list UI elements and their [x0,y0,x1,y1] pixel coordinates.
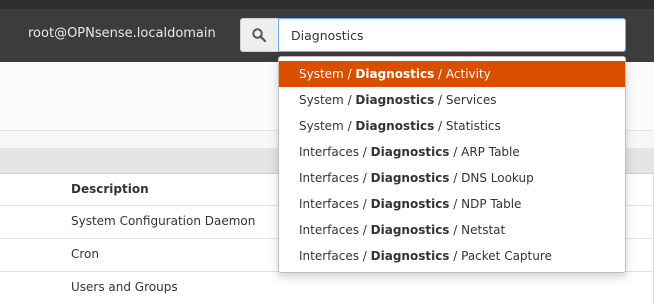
search-suggestion-item[interactable]: Interfaces / Diagnostics / Packet Captur… [279,243,625,269]
search-suggestion-item[interactable]: System / Diagnostics / Statistics [279,113,625,139]
search-suggestions-dropdown: System / Diagnostics / Activity System / … [278,56,626,273]
suggestion-match: Diagnostics [370,145,450,159]
suggestion-prefix: Interfaces / [299,249,371,263]
suggestion-suffix: / Statistics [434,119,501,133]
navbar-top-strip [0,0,654,9]
search-suggestion-item[interactable]: Interfaces / Diagnostics / Netstat [279,217,625,243]
suggestion-match: Diagnostics [355,67,435,81]
search-suggestion-item[interactable]: Interfaces / Diagnostics / ARP Table [279,139,625,165]
suggestion-match: Diagnostics [355,119,435,133]
suggestion-match: Diagnostics [370,249,450,263]
suggestion-suffix: / Services [434,93,497,107]
column-header-description[interactable]: Description [71,182,149,196]
suggestion-prefix: Interfaces / [299,223,371,237]
search-input[interactable] [278,18,626,52]
suggestion-match: Diagnostics [355,93,435,107]
row-description: Cron [71,247,99,261]
search-button[interactable] [240,18,278,52]
suggestion-prefix: System / [299,67,356,81]
suggestion-suffix: / Packet Capture [449,249,552,263]
suggestion-prefix: Interfaces / [299,197,371,211]
row-description: Users and Groups [71,280,178,294]
suggestion-match: Diagnostics [370,197,450,211]
suggestion-suffix: / ARP Table [449,145,520,159]
search-suggestion-item[interactable]: Interfaces / Diagnostics / NDP Table [279,191,625,217]
search-suggestion-item[interactable]: System / Diagnostics / Services [279,87,625,113]
suggestion-prefix: Interfaces / [299,171,371,185]
search-icon [252,28,266,42]
row-description: System Configuration Daemon [71,214,256,228]
table-row: Users and Groups [0,271,654,304]
suggestion-prefix: Interfaces / [299,145,371,159]
user-menu[interactable]: root@OPNsense.localdomain [28,26,216,41]
suggestion-match: Diagnostics [370,171,450,185]
suggestion-prefix: System / [299,93,356,107]
suggestion-match: Diagnostics [370,223,450,237]
suggestion-prefix: System / [299,119,356,133]
suggestion-suffix: / Activity [434,67,491,81]
suggestion-suffix: / NDP Table [449,197,522,211]
top-navbar: root@OPNsense.localdomain [0,0,654,62]
suggestion-suffix: / Netstat [449,223,506,237]
search-suggestion-item[interactable]: Interfaces / Diagnostics / DNS Lookup [279,165,625,191]
suggestion-suffix: / DNS Lookup [449,171,534,185]
search-suggestion-item[interactable]: System / Diagnostics / Activity [279,61,625,87]
